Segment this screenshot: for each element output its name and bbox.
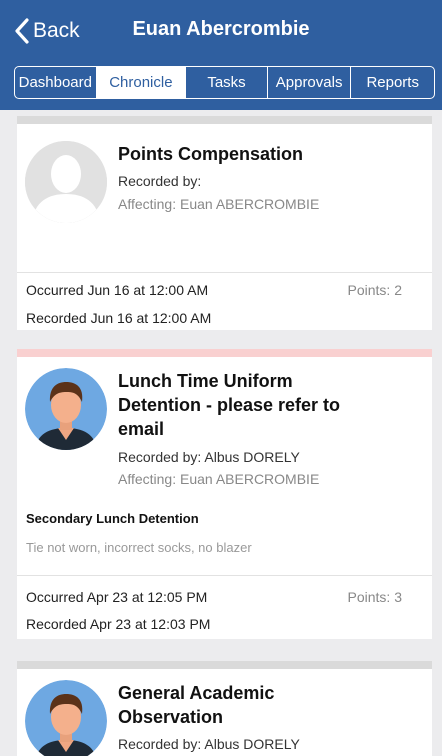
entry-title-line: Lunch Time Uniform: [118, 371, 293, 391]
tab-tasks[interactable]: Tasks: [186, 67, 268, 98]
student-avatar-icon: [25, 680, 107, 756]
nav-bar: Back Euan Abercrombie Dashboard Chronicl…: [0, 0, 442, 110]
affecting: Affecting: Euan ABERCROMBIE: [118, 471, 320, 487]
points-value: Points: 2: [347, 282, 402, 298]
entry-status-strip: [17, 349, 432, 357]
entry-title-line: Detention - please refer to: [118, 395, 341, 415]
entry-title-line: Observation: [118, 707, 224, 727]
divider: [17, 272, 432, 273]
placeholder-person-icon: [25, 141, 107, 223]
recorded-time: Recorded Apr 23 at 12:03 PM: [26, 616, 211, 632]
student-avatar-icon: [25, 368, 107, 450]
entry-note: Tie not worn, incorrect socks, no blazer: [26, 540, 252, 555]
recorded-by: Recorded by: Albus DORELY: [118, 736, 300, 752]
occurred-time: Occurred Jun 16 at 12:00 AM: [26, 282, 209, 298]
entry-status-strip: [17, 116, 432, 124]
affecting: Affecting: Euan ABERCROMBIE: [118, 196, 320, 212]
chronicle-entry-card[interactable]: Lunch Time Uniform Detention - please re…: [17, 349, 432, 639]
recorded-time: Recorded Jun 16 at 12:00 AM: [26, 310, 212, 326]
entry-title: Points Compensation: [118, 144, 304, 164]
chronicle-list[interactable]: Points Compensation Recorded by: Affecti…: [0, 110, 442, 756]
points-value: Points: 3: [347, 589, 402, 605]
segmented-control: Dashboard Chronicle Tasks Approvals Repo…: [14, 66, 435, 99]
entry-title-line: General Academic: [118, 683, 275, 703]
recorded-by: Recorded by:: [118, 173, 202, 189]
entry-status-strip: [17, 661, 432, 669]
category-label: Secondary Lunch Detention: [26, 511, 199, 526]
chronicle-entry-card[interactable]: Points Compensation Recorded by: Affecti…: [17, 116, 432, 330]
chronicle-entry-card[interactable]: General Academic Observation Recorded by…: [17, 661, 432, 756]
tab-reports[interactable]: Reports: [351, 67, 434, 98]
tab-chronicle[interactable]: Chronicle: [96, 67, 187, 98]
page-title: Euan Abercrombie: [132, 18, 310, 40]
occurred-time: Occurred Apr 23 at 12:05 PM: [26, 589, 208, 605]
entry-title-line: email: [118, 419, 165, 439]
divider: [17, 575, 432, 576]
tab-approvals[interactable]: Approvals: [268, 67, 352, 98]
recorded-by: Recorded by: Albus DORELY: [118, 449, 300, 465]
tab-dashboard[interactable]: Dashboard: [15, 67, 97, 98]
